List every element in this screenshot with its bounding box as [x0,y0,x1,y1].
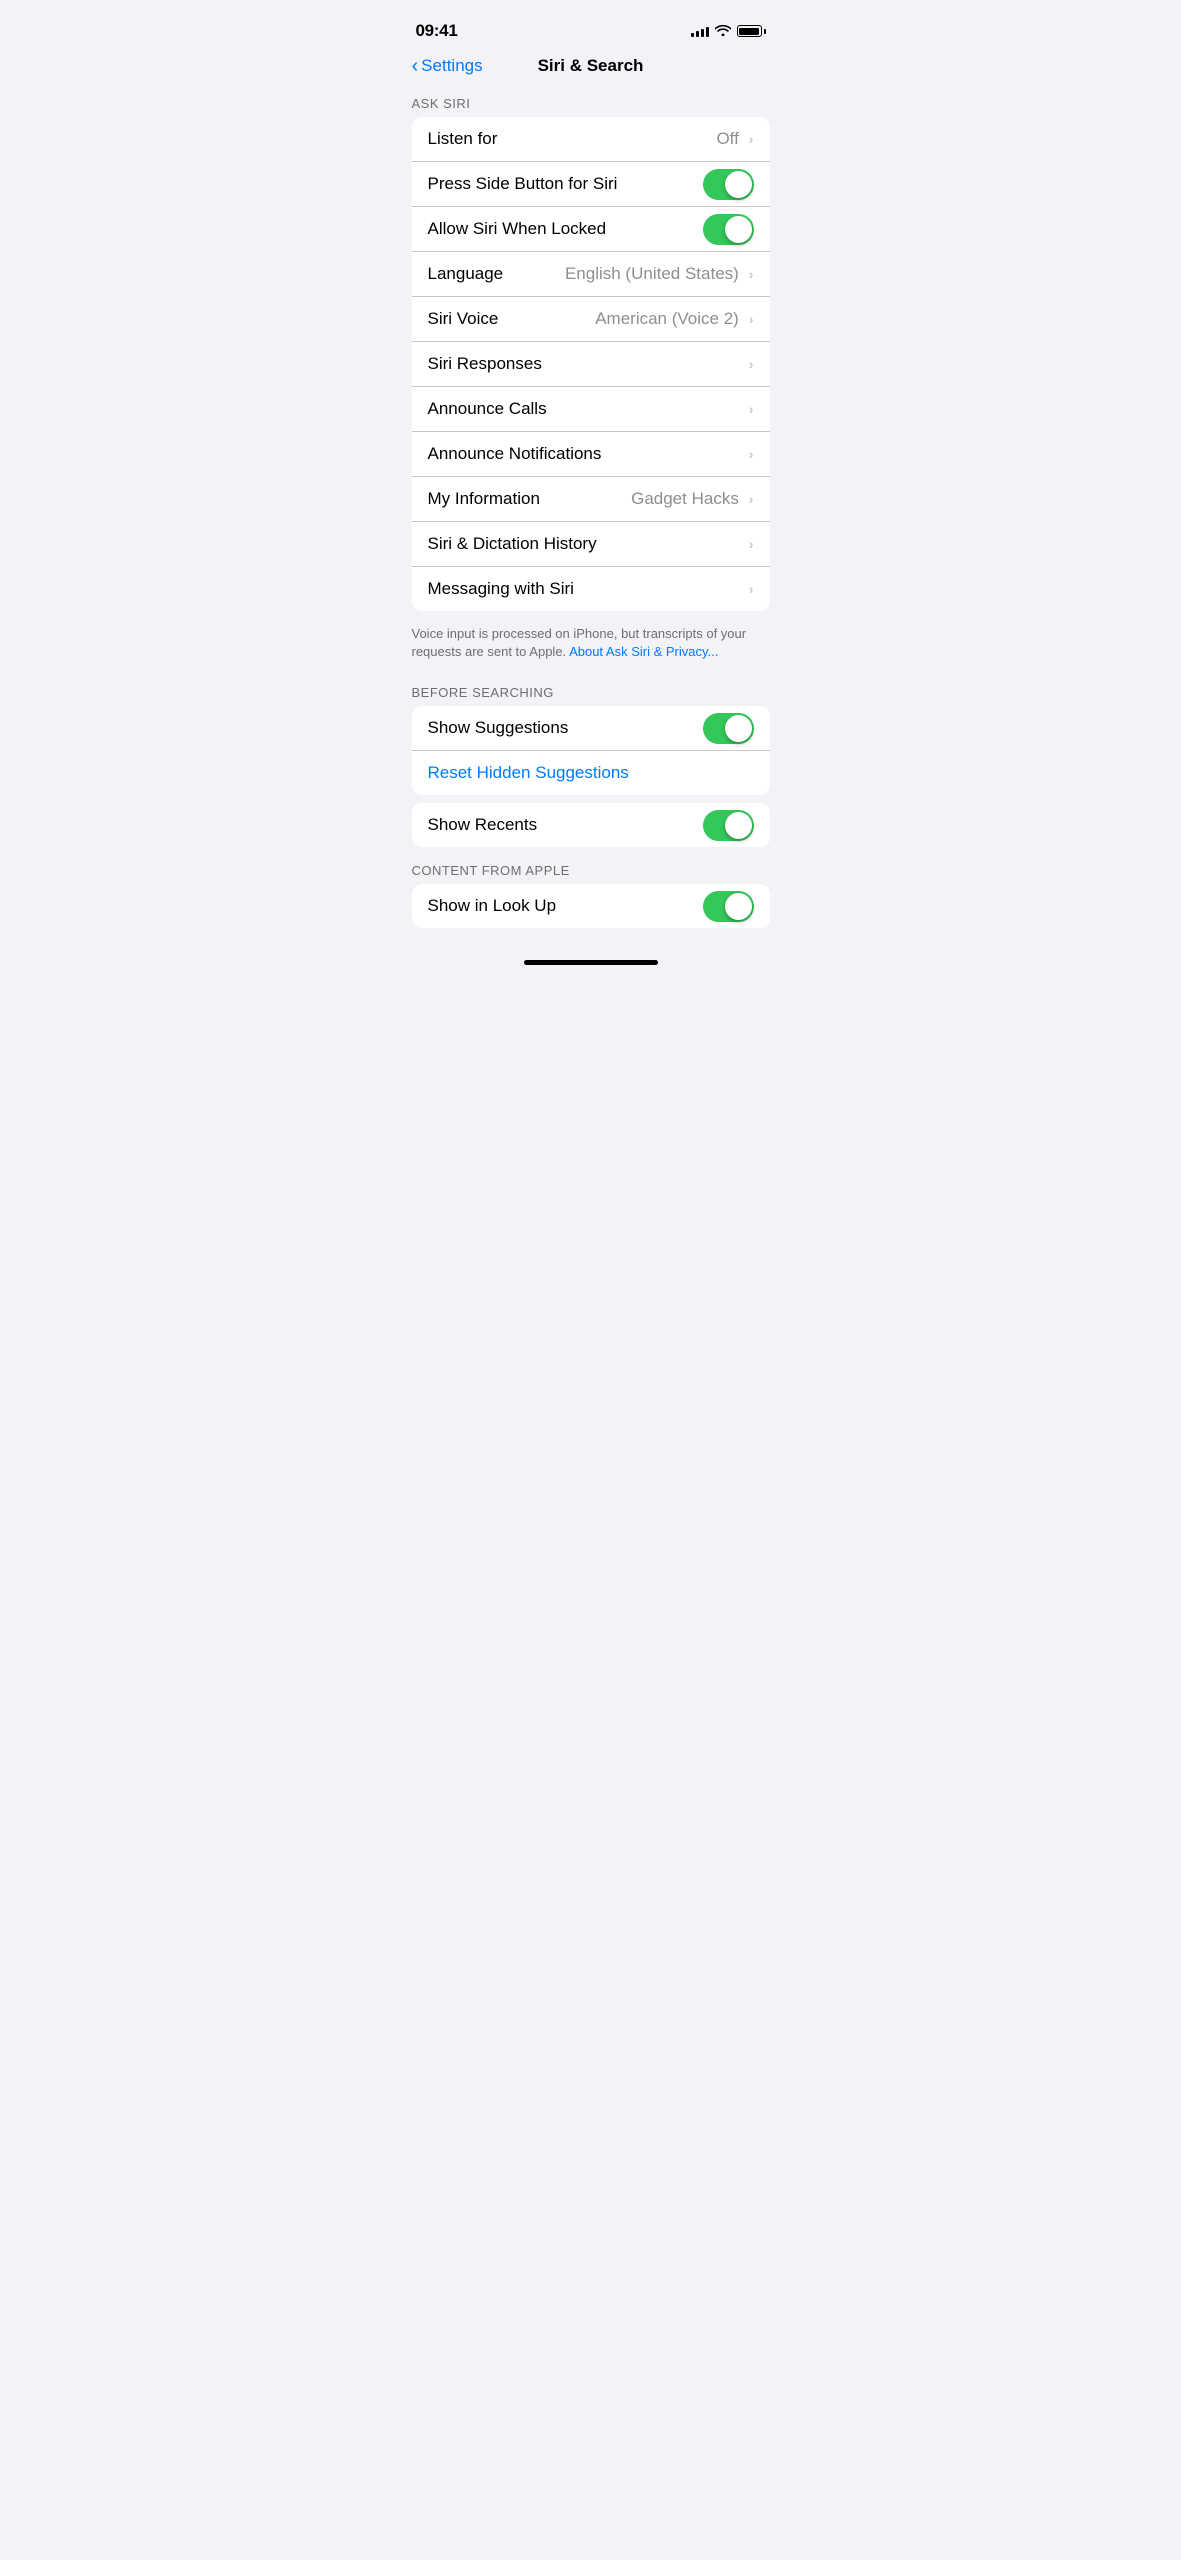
siri-dictation-history-label: Siri & Dictation History [428,522,749,566]
my-information-right: Gadget Hacks › [631,489,753,509]
content-from-apple-group: Show in Look Up [412,884,770,928]
announce-calls-label: Announce Calls [428,387,749,431]
toggle-knob [725,715,752,742]
siri-responses-row[interactable]: Siri Responses › [412,342,770,387]
language-chevron-icon: › [749,266,754,282]
my-information-chevron-icon: › [749,491,754,507]
reset-hidden-suggestions-row[interactable]: Reset Hidden Suggestions [412,751,770,795]
show-suggestions-label: Show Suggestions [428,706,703,750]
press-side-button-label: Press Side Button for Siri [428,162,703,206]
ask-siri-group: Listen for Off › Press Side Button for S… [412,117,770,611]
announce-notifications-right: › [749,446,754,462]
announce-notifications-chevron-icon: › [749,446,754,462]
siri-dictation-history-right: › [749,536,754,552]
toggle-knob [725,893,752,920]
show-suggestions-toggle[interactable] [703,713,754,744]
press-side-button-row: Press Side Button for Siri [412,162,770,207]
siri-voice-label: Siri Voice [428,297,596,341]
content-from-apple-header: CONTENT FROM APPLE [396,855,786,884]
siri-dictation-history-row[interactable]: Siri & Dictation History › [412,522,770,567]
listen-for-value: Off [716,129,738,149]
battery-icon [737,25,766,37]
wifi-icon [715,24,731,39]
language-label: Language [428,252,565,296]
language-row[interactable]: Language English (United States) › [412,252,770,297]
reset-hidden-suggestions-label: Reset Hidden Suggestions [428,751,754,795]
back-chevron-icon: ‹ [412,56,419,76]
allow-siri-locked-label: Allow Siri When Locked [428,207,703,251]
before-searching-group: Show Suggestions Reset Hidden Suggestion… [412,706,770,795]
ask-siri-privacy-link[interactable]: About Ask Siri & Privacy... [569,644,718,659]
status-bar: 09:41 [396,0,786,48]
announce-calls-chevron-icon: › [749,401,754,417]
language-right: English (United States) › [565,264,754,284]
messaging-with-siri-row[interactable]: Messaging with Siri › [412,567,770,611]
messaging-with-siri-label: Messaging with Siri [428,567,749,611]
siri-voice-row[interactable]: Siri Voice American (Voice 2) › [412,297,770,342]
toggle-knob [725,216,752,243]
show-recents-label: Show Recents [428,803,703,847]
nav-bar: ‹ Settings Siri & Search [396,48,786,88]
siri-voice-value: American (Voice 2) [595,309,739,329]
toggle-knob [725,812,752,839]
messaging-with-siri-chevron-icon: › [749,581,754,597]
listen-for-label: Listen for [428,117,717,161]
show-in-look-up-row: Show in Look Up [412,884,770,928]
show-in-look-up-label: Show in Look Up [428,884,703,928]
language-value: English (United States) [565,264,739,284]
my-information-label: My Information [428,477,632,521]
listen-for-right: Off › [716,129,753,149]
my-information-value: Gadget Hacks [631,489,739,509]
announce-notifications-label: Announce Notifications [428,432,749,476]
siri-responses-chevron-icon: › [749,356,754,372]
siri-voice-chevron-icon: › [749,311,754,327]
show-recents-row: Show Recents [412,803,770,847]
show-recents-group: Show Recents [412,803,770,847]
listen-for-chevron-icon: › [749,131,754,147]
before-searching-header: BEFORE SEARCHING [396,677,786,706]
show-in-look-up-toggle[interactable] [703,891,754,922]
toggle-knob [725,171,752,198]
show-recents-toggle[interactable] [703,810,754,841]
home-indicator [524,960,658,965]
listen-for-row[interactable]: Listen for Off › [412,117,770,162]
announce-calls-right: › [749,401,754,417]
allow-siri-locked-row: Allow Siri When Locked [412,207,770,252]
back-label: Settings [421,56,482,76]
signal-icon [691,25,709,37]
announce-notifications-row[interactable]: Announce Notifications › [412,432,770,477]
show-suggestions-row: Show Suggestions [412,706,770,751]
page-title: Siri & Search [538,56,644,76]
ask-siri-header: ASK SIRI [396,88,786,117]
press-side-button-toggle[interactable] [703,169,754,200]
siri-responses-right: › [749,356,754,372]
my-information-row[interactable]: My Information Gadget Hacks › [412,477,770,522]
status-time: 09:41 [416,21,458,41]
announce-calls-row[interactable]: Announce Calls › [412,387,770,432]
siri-dictation-history-chevron-icon: › [749,536,754,552]
back-button[interactable]: ‹ Settings [412,56,483,76]
messaging-with-siri-right: › [749,581,754,597]
siri-responses-label: Siri Responses [428,342,749,386]
allow-siri-locked-toggle[interactable] [703,214,754,245]
status-icons [691,24,766,39]
ask-siri-footer: Voice input is processed on iPhone, but … [396,619,786,677]
siri-voice-right: American (Voice 2) › [595,309,753,329]
